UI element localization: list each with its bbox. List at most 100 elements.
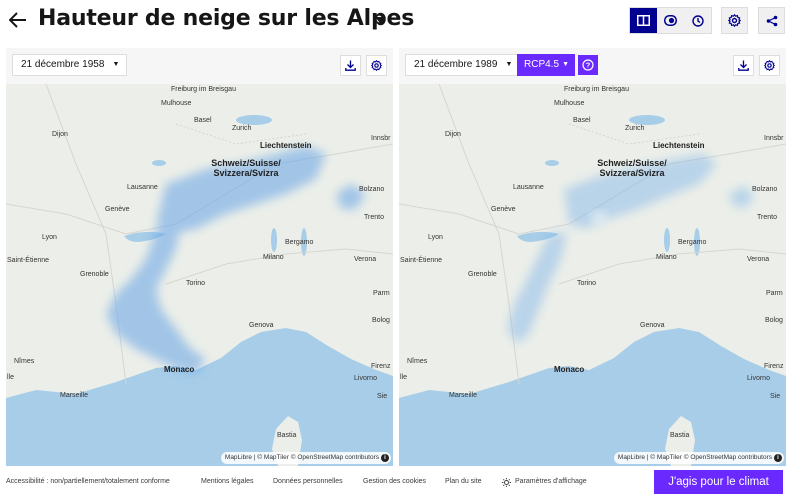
scenario-select[interactable]: RCP4.5 ▼ [517,54,576,76]
footer-link-sitemap[interactable]: Plan du site [445,478,482,485]
map-label-livorno: Livorno [747,375,770,382]
map-label-liechtenstein: Liechtenstein [260,141,312,150]
map-label-genova: Genova [249,322,274,329]
map-label-bergamo: Bergamo [678,239,707,246]
map-label-innsbruck: Innsbr [764,135,784,142]
left-map-panel: 21 décembre 1958 ▼ Freiburg im Breisgau … [6,48,393,466]
map-label-torino: Torino [577,280,597,287]
map-label-dijon: Dijon [445,131,461,138]
map-label-firenze: Firenz [371,363,391,370]
map-label-switzerland: Schweiz/Suisse/ Svizzera/Svizra [597,158,667,178]
map-label-geneve: Genève [491,206,516,213]
left-date-value: 21 décembre 1958 [21,59,105,70]
chevron-down-icon: ▼ [505,61,513,68]
map-label-monaco: Monaco [554,365,585,374]
help-icon[interactable]: ? [578,55,598,75]
footer-link-accessibility[interactable]: Accessibilité : non/partiellement/totale… [6,478,170,485]
download-icon[interactable] [340,55,361,76]
map-label-parma: Parm [373,290,390,297]
map-label-genova: Genova [640,322,665,329]
right-date-select[interactable]: 21 décembre 1989 ▼ [405,54,521,76]
left-date-select[interactable]: 21 décembre 1958 ▼ [12,54,128,76]
footer-link-legal[interactable]: Mentions légales [201,478,254,485]
map-label-verona: Verona [747,256,770,263]
page-header: Hauteur de neige sur les Alpes [0,0,793,44]
map-label-dijon: Dijon [52,131,68,138]
info-icon[interactable]: i [381,454,389,462]
map-label-liechtenstein: Liechtenstein [653,141,705,150]
download-icon[interactable] [733,55,754,76]
page-title: Hauteur de neige sur les Alpes [38,6,415,31]
map-label-bolzano: Bolzano [359,186,385,193]
map-label-innsbruck: Innsbr [371,135,391,142]
map-label-marseille: Marseille [449,392,478,399]
right-map[interactable]: Freiburg im Breisgau Mulhouse Basel Zuri… [399,84,786,466]
map-label-milano: Milano [263,254,284,261]
gear-icon[interactable] [721,7,748,34]
split-view-icon[interactable] [630,8,657,33]
climate-action-button[interactable]: J'agis pour le climat [654,470,783,494]
map-label-grenoble: Grenoble [468,271,497,278]
footer-link-cookies[interactable]: Gestion des cookies [363,478,426,485]
view-mode-toggle [629,7,712,34]
map-label-zurich: Zurich [232,125,252,132]
map-basemap [399,84,786,466]
map-label-avignon: lle [7,374,15,381]
map-label-nimes: Nîmes [14,358,35,365]
map-label-siena: Sie [377,393,388,400]
map-label-avignon: lle [400,374,408,381]
map-label-lausanne: Lausanne [127,184,158,191]
gear-icon[interactable] [759,55,780,76]
map-label-bolzano: Bolzano [752,186,778,193]
map-label-bologna: Bolog [372,317,390,324]
map-label-grenoble: Grenoble [80,271,109,278]
chevron-down-icon[interactable] [375,15,385,25]
map-label-monaco: Monaco [164,365,195,374]
map-label-basel: Basel [573,117,591,124]
map-label-trento: Trento [364,214,384,221]
right-panel-toolbar: 21 décembre 1989 ▼ RCP4.5 ▼ ? [399,48,786,84]
map-label-geneve: Genève [105,206,130,213]
right-date-value: 21 décembre 1989 [414,59,498,70]
map-label-milano: Milano [656,254,677,261]
map-label-lausanne: Lausanne [513,184,544,191]
map-label-parma: Parm [766,290,783,297]
history-clock-icon[interactable] [684,8,711,33]
footer-link-privacy[interactable]: Données personnelles [273,478,343,485]
map-label-firenze: Firenz [764,363,784,370]
map-basemap [6,84,393,466]
map-label-livorno: Livorno [354,375,377,382]
share-icon[interactable] [758,7,785,34]
map-label-freiburg: Freiburg im Breisgau [564,86,629,93]
map-label-mulhouse: Mulhouse [161,100,192,107]
map-label-zurich: Zurich [625,125,645,132]
footer-link-display-settings[interactable]: Paramètres d'affichage [515,478,587,485]
map-attribution: MapLibre | © MapTiler © OpenStreetMap co… [613,452,784,464]
left-map[interactable]: Freiburg im Breisgau Mulhouse Basel Zuri… [6,84,393,466]
display-settings-icon[interactable] [502,478,512,489]
map-label-bologna: Bolog [765,317,783,324]
map-label-mulhouse: Mulhouse [554,100,585,107]
map-label-freiburg: Freiburg im Breisgau [171,86,236,93]
map-label-bergamo: Bergamo [285,239,314,246]
map-label-verona: Verona [354,256,377,263]
map-attribution: MapLibre | © MapTiler © OpenStreetMap co… [220,452,391,464]
map-label-saint-etienne: Saint-Étienne [400,257,443,264]
map-label-basel: Basel [194,117,212,124]
chevron-down-icon: ▼ [562,61,570,68]
map-label-nimes: Nîmes [407,358,428,365]
map-label-lyon: Lyon [428,234,443,241]
right-map-panel: 21 décembre 1989 ▼ RCP4.5 ▼ ? Freiburg i… [399,48,786,466]
map-label-saint-etienne: Saint-Étienne [7,257,50,264]
arrow-left-icon[interactable] [8,9,28,31]
gear-icon[interactable] [366,55,387,76]
map-label-bastia: Bastia [670,432,690,439]
chevron-down-icon: ▼ [112,61,120,68]
compare-toggle-icon[interactable] [657,8,684,33]
left-panel-toolbar: 21 décembre 1958 ▼ [6,48,393,84]
map-label-marseille: Marseille [60,392,89,399]
map-label-siena: Sie [770,393,781,400]
info-icon[interactable]: i [774,454,782,462]
map-label-torino: Torino [186,280,206,287]
map-label-bastia: Bastia [277,432,297,439]
